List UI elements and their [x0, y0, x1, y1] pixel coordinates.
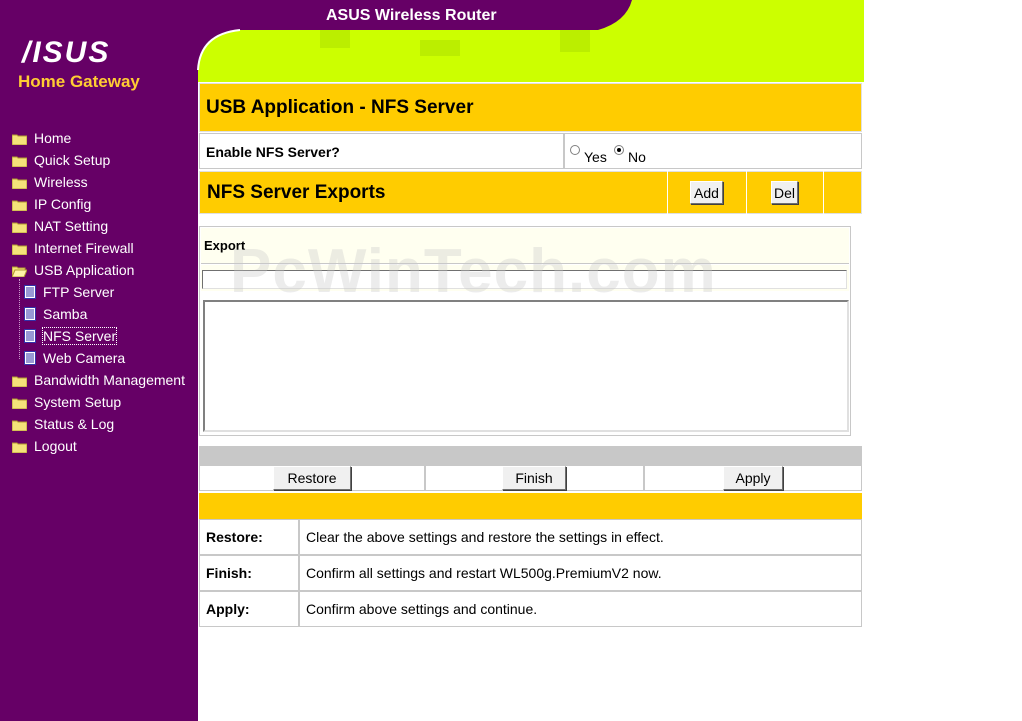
apply-button[interactable]: Apply	[723, 466, 783, 490]
page-icon	[24, 285, 36, 299]
help-band	[199, 493, 862, 519]
sidebar-item-label: Quick Setup	[34, 152, 111, 168]
page-title: USB Application - NFS Server	[206, 97, 474, 118]
sidebar-subitem-ftp-server[interactable]: FTP Server	[24, 283, 114, 301]
page-icon	[24, 351, 36, 365]
folder-icon	[11, 440, 28, 454]
folder-icon	[11, 396, 28, 410]
sidebar-item-label: Logout	[34, 438, 77, 454]
help-label-restore: Restore:	[206, 529, 263, 545]
help-text-finish: Confirm all settings and restart WL500g.…	[306, 565, 662, 581]
sidebar-item-logout[interactable]: Logout	[11, 437, 77, 455]
sidebar-item-ip-config[interactable]: IP Config	[11, 195, 92, 213]
sidebar-item-label: System Setup	[34, 394, 122, 410]
sidebar-item-label: NAT Setting	[34, 218, 109, 234]
exports-band-divider	[746, 171, 747, 214]
radio-no[interactable]: No	[614, 145, 646, 165]
enable-options-cell	[564, 133, 862, 169]
folder-icon	[11, 418, 28, 432]
export-column-header: Export	[204, 238, 246, 253]
export-header-row	[201, 228, 849, 264]
sidebar-item-status-log[interactable]: Status & Log	[11, 415, 115, 433]
sidebar-item-quick-setup[interactable]: Quick Setup	[11, 151, 111, 169]
radio-yes-label: Yes	[584, 149, 607, 165]
sidebar-item-nat-setting[interactable]: NAT Setting	[11, 217, 109, 235]
sidebar-item-bandwidth-management[interactable]: Bandwidth Management	[11, 371, 185, 389]
action-bar-top	[199, 446, 862, 465]
sidebar-item-label: Wireless	[34, 174, 88, 190]
sidebar-subitem-label: Samba	[43, 306, 88, 322]
window-title: ASUS Wireless Router	[326, 7, 497, 24]
del-button[interactable]: Del	[771, 181, 798, 204]
tree-connector	[19, 279, 20, 359]
folder-icon	[11, 242, 28, 256]
sidebar-item-label: USB Application	[34, 262, 135, 278]
sidebar-subitem-nfs-server[interactable]: NFS Server	[24, 327, 118, 345]
radio-no-circle[interactable]	[614, 145, 624, 155]
folder-icon	[11, 154, 28, 168]
sidebar-subitem-label: NFS Server	[41, 327, 118, 345]
help-label-apply: Apply:	[206, 601, 250, 617]
exports-title: NFS Server Exports	[207, 182, 386, 203]
exports-band-divider	[823, 171, 824, 214]
add-button[interactable]: Add	[690, 181, 723, 204]
sidebar-item-home[interactable]: Home	[11, 129, 72, 147]
sidebar-subitem-samba[interactable]: Samba	[24, 305, 87, 323]
sidebar-item-internet-firewall[interactable]: Internet Firewall	[11, 239, 134, 257]
page-icon	[24, 329, 36, 343]
sidebar-subitem-label: FTP Server	[43, 284, 115, 300]
help-label-finish: Finish:	[206, 565, 252, 581]
sidebar-item-usb-application[interactable]: USB Application	[11, 261, 135, 279]
sidebar-subitem-label: Web Camera	[43, 350, 126, 366]
folder-icon	[11, 176, 28, 190]
exports-band-divider	[667, 171, 668, 214]
radio-no-label: No	[628, 149, 646, 165]
sidebar-item-label: Status & Log	[34, 416, 115, 432]
enable-nfs-label: Enable NFS Server?	[206, 144, 340, 160]
export-list[interactable]	[203, 300, 849, 432]
radio-yes[interactable]: Yes	[570, 145, 607, 165]
help-text-restore: Clear the above settings and restore the…	[306, 529, 664, 545]
restore-button[interactable]: Restore	[273, 466, 351, 490]
sidebar-item-label: Internet Firewall	[34, 240, 134, 256]
folder-icon	[11, 220, 28, 234]
sidebar-item-label: Bandwidth Management	[34, 372, 185, 388]
sidebar-item-system-setup[interactable]: System Setup	[11, 393, 122, 411]
folder-icon	[11, 198, 28, 212]
help-text-apply: Confirm above settings and continue.	[306, 601, 538, 617]
export-input[interactable]	[202, 270, 847, 289]
finish-button[interactable]: Finish	[502, 466, 566, 490]
sidebar-item-wireless[interactable]: Wireless	[11, 173, 88, 191]
sidebar-item-label: Home	[34, 130, 72, 146]
radio-yes-circle[interactable]	[570, 145, 580, 155]
sidebar-subitem-web-camera[interactable]: Web Camera	[24, 349, 125, 367]
folder-icon	[11, 374, 28, 388]
sidebar-item-label: IP Config	[34, 196, 92, 212]
open-folder-icon	[11, 264, 28, 278]
page-icon	[24, 307, 36, 321]
folder-icon	[11, 132, 28, 146]
